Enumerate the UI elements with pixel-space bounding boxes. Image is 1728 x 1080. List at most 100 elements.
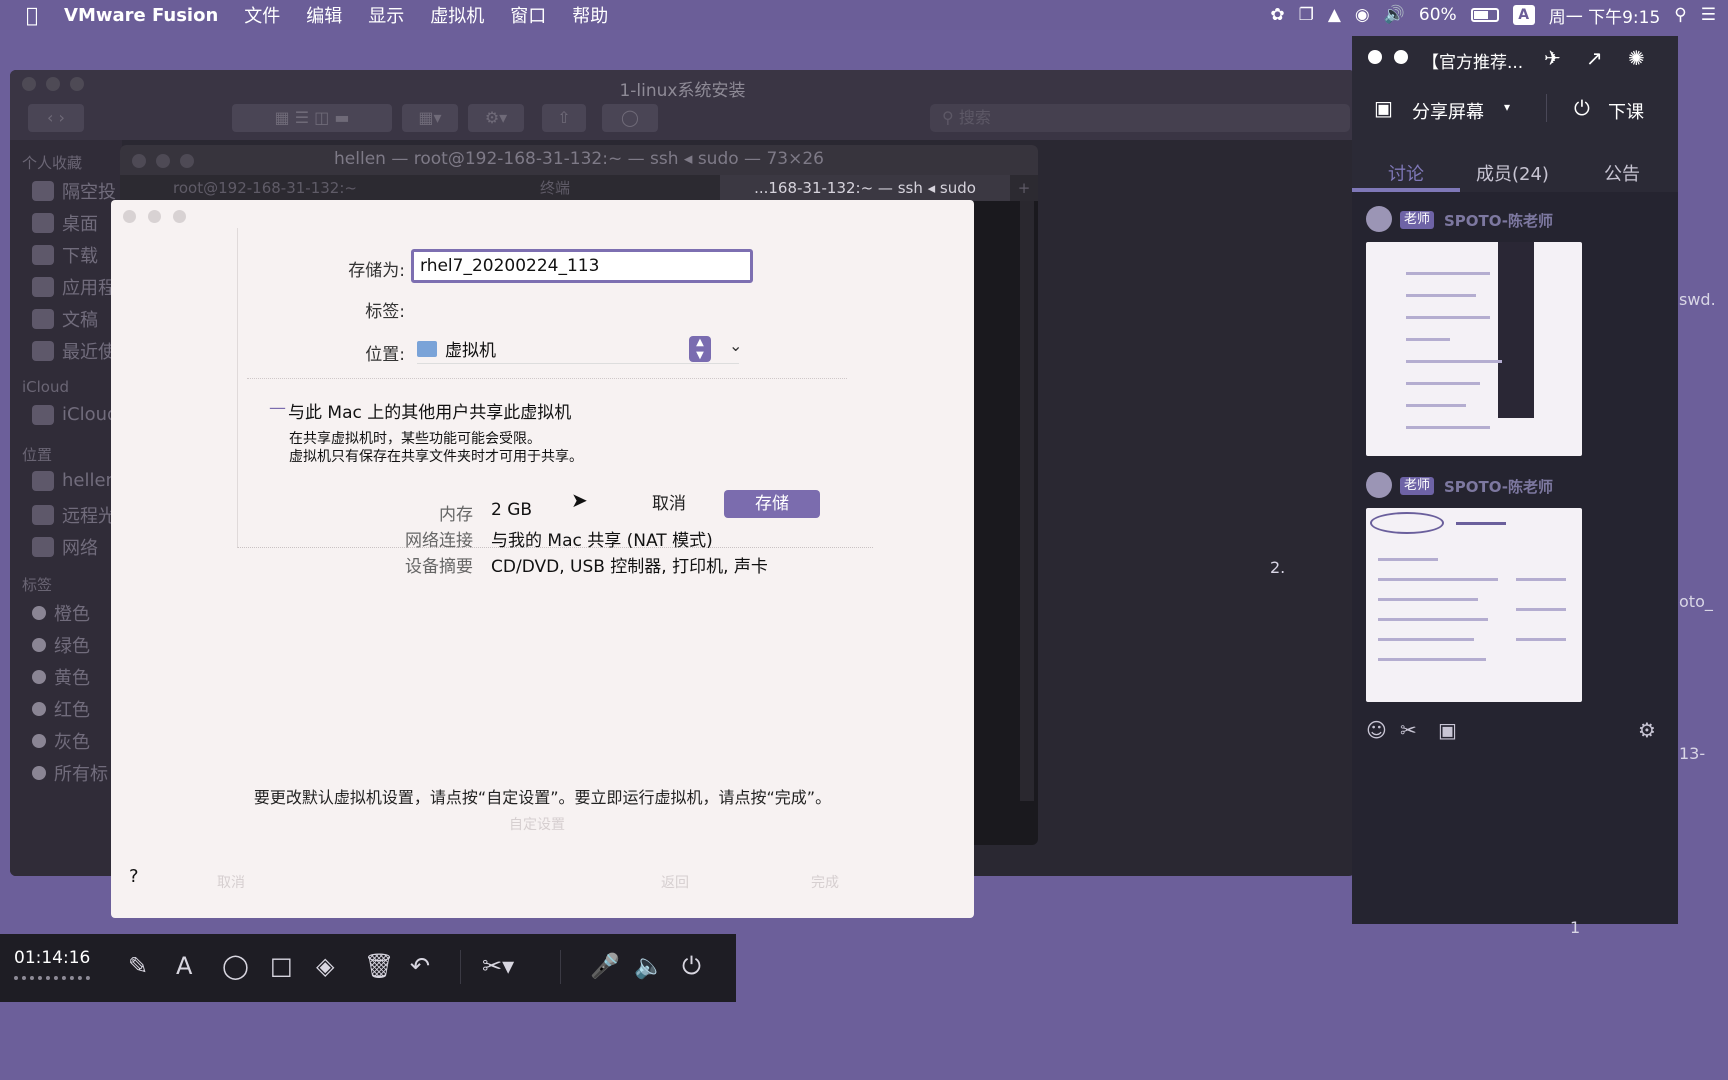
- view-mode-icons[interactable]: ▦ ☰ ◫ ▬: [232, 104, 392, 132]
- summary-devices-key: 设备摘要: [405, 557, 473, 577]
- save-as-input[interactable]: rhel7_20200224_113: [411, 249, 753, 283]
- eraser-icon[interactable]: ◈: [316, 952, 334, 980]
- sidebar-tag-gray[interactable]: 灰色: [32, 728, 90, 754]
- zoom-icon[interactable]: [173, 210, 186, 223]
- sidebar-tag-yellow[interactable]: 黄色: [32, 664, 90, 690]
- brush-icon[interactable]: ✎: [128, 952, 148, 980]
- vmware-status-icon[interactable]: ✿: [1270, 5, 1284, 25]
- notification-center-icon[interactable]: ☰: [1701, 5, 1716, 25]
- share-screen-button[interactable]: 分享屏幕: [1412, 98, 1484, 124]
- minimize-icon[interactable]: [148, 210, 161, 223]
- tags-input[interactable]: [417, 292, 753, 322]
- back-button[interactable]: 返回: [661, 872, 689, 892]
- sidebar-item-applications[interactable]: 应用程: [32, 274, 116, 300]
- terminal-tab-1[interactable]: root@192-168-31-132:~: [120, 175, 410, 201]
- end-class-button[interactable]: 下课: [1608, 98, 1644, 124]
- terminal-scrollbar[interactable]: [1020, 201, 1034, 801]
- terminal-tab-2[interactable]: 终端: [410, 175, 700, 201]
- tab-members[interactable]: 成员(24): [1476, 160, 1549, 186]
- share-icon[interactable]: ⇧: [542, 104, 586, 132]
- save-button[interactable]: 存储: [724, 490, 820, 518]
- speaker-icon[interactable]: 🔈: [634, 952, 664, 980]
- customize-settings-button[interactable]: 自定设置: [509, 814, 565, 834]
- chat-image-thumbnail[interactable]: [1366, 508, 1582, 702]
- battery-icon[interactable]: [1470, 8, 1499, 22]
- download-icon: [32, 245, 54, 265]
- trash-icon[interactable]: 🗑: [364, 952, 394, 980]
- sidebar-item-airdrop[interactable]: 隔空投: [32, 178, 116, 204]
- new-tab-plus-icon[interactable]: +: [1010, 175, 1038, 201]
- menu-file[interactable]: 文件: [244, 2, 280, 28]
- sidebar-item-remote-disc[interactable]: 远程光: [32, 502, 116, 528]
- tag-icon[interactable]: ◯: [602, 104, 658, 132]
- menu-help[interactable]: 帮助: [572, 2, 608, 28]
- airdrop-icon: [32, 181, 54, 201]
- sidebar-item-desktop[interactable]: 桌面: [32, 210, 98, 236]
- wifi-icon[interactable]: ◉: [1355, 5, 1370, 25]
- volume-icon[interactable]: 🔊: [1384, 5, 1405, 25]
- windows-icon[interactable]: ❐: [1299, 5, 1314, 25]
- airplane-icon[interactable]: ✈: [1544, 46, 1561, 70]
- share-out-icon[interactable]: ↗: [1586, 46, 1603, 70]
- sidebar-item-documents[interactable]: 文稿: [32, 306, 98, 332]
- help-button[interactable]: ?: [129, 866, 139, 887]
- tab-announcements[interactable]: 公告: [1604, 160, 1640, 186]
- text-tool-icon[interactable]: A: [176, 952, 192, 980]
- emoji-icon[interactable]: ☺: [1366, 718, 1387, 742]
- expand-chevron-down-icon[interactable]: ⌄: [729, 336, 742, 355]
- sidebar-item-network[interactable]: 网络: [32, 534, 98, 560]
- faint-cancel-button[interactable]: 取消: [217, 872, 245, 892]
- undo-icon[interactable]: ↶: [410, 952, 430, 980]
- thumbnail-text-line: [1406, 404, 1466, 407]
- spotlight-search-icon[interactable]: ⚲: [1674, 5, 1686, 25]
- power-circle-icon[interactable]: ⏻: [1574, 96, 1590, 120]
- group-icon[interactable]: ▦▾: [402, 104, 458, 132]
- done-button[interactable]: 完成: [811, 872, 839, 892]
- settings-gear-icon[interactable]: ⚙: [1638, 718, 1656, 742]
- terminal-tab-3-active[interactable]: ...168-31-132:~ — ssh ◂ sudo: [720, 175, 1010, 201]
- tab-discussion[interactable]: 讨论: [1388, 160, 1424, 186]
- panel-close-icon[interactable]: [1368, 50, 1382, 64]
- sidebar-tag-all[interactable]: 所有标: [32, 760, 108, 786]
- thumbnail-text-line: [1516, 578, 1566, 581]
- menu-app-name[interactable]: VMware Fusion: [64, 5, 218, 26]
- sidebar-tag-red[interactable]: 红色: [32, 696, 90, 722]
- menubar-clock[interactable]: 周一 下午9:15: [1549, 3, 1661, 28]
- scissors-icon[interactable]: ✂: [1400, 718, 1417, 742]
- sidebar-item-hellen[interactable]: hellen: [32, 470, 117, 491]
- input-method-icon[interactable]: A: [1512, 5, 1535, 25]
- scissors-icon[interactable]: ✂▾: [482, 952, 514, 980]
- sidebar-tag-orange[interactable]: 橙色: [32, 600, 90, 626]
- gear-icon[interactable]: ⚙▾: [468, 104, 524, 132]
- thumbnail-text-line: [1378, 558, 1438, 561]
- cancel-button[interactable]: 取消: [631, 490, 707, 518]
- sidebar-item-downloads[interactable]: 下载: [32, 242, 98, 268]
- applications-icon: [32, 277, 54, 297]
- location-stepper-icon[interactable]: ▲ ▼: [689, 336, 711, 362]
- close-icon[interactable]: [123, 210, 136, 223]
- screen-share-icon[interactable]: ▣: [1374, 96, 1393, 120]
- caret-down-icon[interactable]: ▾: [1504, 100, 1510, 114]
- sidebar-item-icloud[interactable]: iCloud: [32, 404, 118, 425]
- menu-view[interactable]: 显示: [368, 2, 404, 28]
- apple-icon[interactable]: : [26, 3, 38, 27]
- finder-search-field[interactable]: ⚲ 搜索: [930, 104, 1350, 132]
- menu-edit[interactable]: 编辑: [306, 2, 342, 28]
- microphone-icon[interactable]: 🎤: [590, 952, 620, 980]
- thumbnail-text-line: [1378, 618, 1488, 621]
- circle-tool-icon[interactable]: ◯: [222, 952, 249, 980]
- share-checkbox[interactable]: —: [269, 398, 286, 418]
- panel-minimize-icon[interactable]: [1394, 50, 1408, 64]
- image-icon[interactable]: ▣: [1438, 718, 1457, 742]
- sidebar-item-recents[interactable]: 最近使: [32, 338, 116, 364]
- menu-virtual-machine[interactable]: 虚拟机: [430, 2, 484, 28]
- location-value: 虚拟机: [445, 341, 496, 361]
- back-forward-buttons[interactable]: ‹ ›: [28, 104, 84, 132]
- menu-window[interactable]: 窗口: [510, 2, 546, 28]
- mountain-icon[interactable]: ▲: [1328, 5, 1341, 25]
- chat-image-thumbnail[interactable]: [1366, 242, 1582, 456]
- rectangle-tool-icon[interactable]: □: [270, 952, 293, 980]
- power-icon[interactable]: ⏻: [682, 952, 701, 980]
- sidebar-tag-green[interactable]: 绿色: [32, 632, 90, 658]
- pin-icon[interactable]: ✺: [1628, 46, 1645, 70]
